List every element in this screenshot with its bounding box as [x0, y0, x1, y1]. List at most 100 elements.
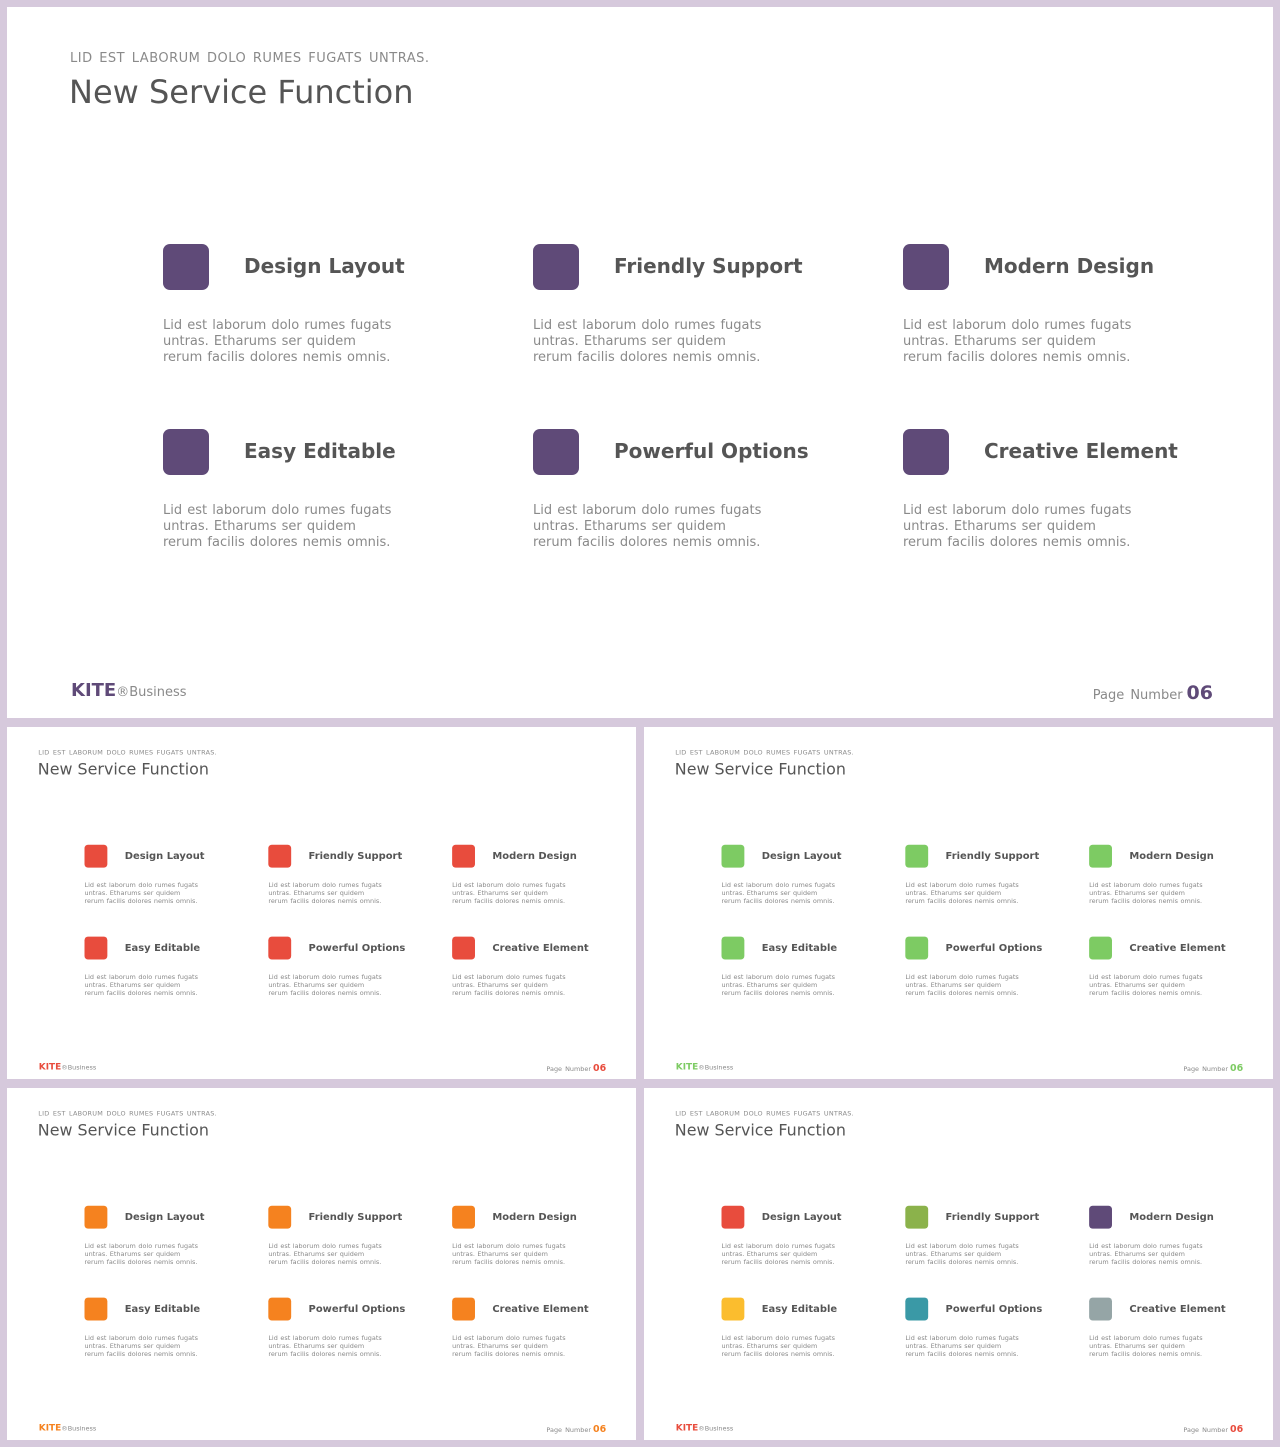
feature-item: Powerful Options Lid est laborum dolo rum…: [905, 936, 1069, 1007]
feature-description: Lid est laborum dolo rumes fugats untras…: [721, 973, 835, 997]
feature-item: Creative Element Lid est laborum dolo rum…: [452, 1297, 616, 1368]
feature-title: Modern Design: [984, 254, 1155, 278]
page-number: Page Number 06: [1183, 1062, 1243, 1073]
feature-item: Friendly Support Lid est laborum dolo rum…: [905, 1205, 1069, 1276]
feature-description: Lid est laborum dolo rumes fugats untras…: [452, 1334, 566, 1358]
feature-description: Lid est laborum dolo rumes fugats untras…: [1089, 881, 1203, 905]
feature-icon: [533, 429, 579, 475]
feature-icon: [268, 844, 292, 868]
feature-title: Easy Editable: [124, 941, 201, 954]
page-number-label: Page Number: [546, 1065, 592, 1073]
feature-icon: [452, 936, 475, 960]
feature-title: Friendly Support: [945, 849, 1040, 862]
page-number-value: 06: [1229, 1423, 1244, 1435]
feature-title: Modern Design: [492, 1210, 577, 1223]
feature-icon: [452, 844, 475, 868]
feature-item: Creative Element Lid est laborum dolo rum…: [903, 429, 1233, 569]
feature-item: Easy Editable Lid est laborum dolo rumes …: [163, 429, 493, 569]
feature-description: Lid est laborum dolo rumes fugats untras…: [268, 1242, 382, 1266]
slide-main-purple[interactable]: LID EST LABORUM DOLO RUMES FUGATS UNTRAS…: [7, 7, 1273, 718]
brand-suffix: ®Business: [698, 1063, 734, 1072]
feature-item: Design Layout Lid est laborum dolo rumes …: [84, 1205, 249, 1276]
feature-title: Powerful Options: [945, 941, 1043, 954]
feature-item: Creative Element Lid est laborum dolo rum…: [452, 936, 616, 1007]
slide-title: New Service Function: [69, 73, 414, 111]
feature-title: Creative Element: [492, 1302, 589, 1315]
feature-icon: [905, 936, 929, 960]
feature-description: Lid est laborum dolo rumes fugats untras…: [452, 973, 566, 997]
feature-description: Lid est laborum dolo rumes fugats untras…: [84, 1242, 198, 1266]
page-number: Page Number 06: [1183, 1423, 1243, 1434]
feature-title: Easy Editable: [244, 439, 396, 463]
feature-grid: Design Layout Lid est laborum dolo rumes …: [721, 844, 1226, 1009]
brand-logo: KITE®Business: [676, 1422, 733, 1432]
feature-title: Creative Element: [1129, 941, 1226, 954]
feature-icon: [452, 1205, 475, 1229]
feature-grid: Design Layout Lid est laborum dolo rumes …: [721, 1205, 1226, 1370]
feature-icon: [84, 844, 108, 868]
feature-grid: Design Layout Lid est laborum dolo rumes …: [84, 844, 589, 1009]
feature-item: Powerful Options Lid est laborum dolo rum…: [268, 936, 432, 1007]
brand-logo: KITE®Business: [39, 1422, 96, 1432]
feature-item: Friendly Support Lid est laborum dolo rum…: [268, 844, 432, 915]
feature-icon: [903, 244, 949, 290]
feature-item: Design Layout Lid est laborum dolo rumes …: [163, 244, 493, 384]
feature-icon: [268, 936, 292, 960]
feature-title: Powerful Options: [945, 1302, 1043, 1315]
page-number-label: Page Number: [1092, 688, 1183, 703]
feature-item: Design Layout Lid est laborum dolo rumes …: [721, 1205, 886, 1276]
feature-title: Design Layout: [244, 254, 405, 278]
feature-title: Design Layout: [124, 1210, 205, 1223]
feature-description: Lid est laborum dolo rumes fugats untras…: [163, 503, 392, 550]
feature-description: Lid est laborum dolo rumes fugats untras…: [905, 1334, 1019, 1358]
page-number: Page Number 06: [1093, 682, 1213, 704]
feature-description: Lid est laborum dolo rumes fugats untras…: [1089, 973, 1203, 997]
feature-item: Easy Editable Lid est laborum dolo rumes …: [84, 936, 249, 1007]
feature-icon: [1089, 936, 1112, 960]
feature-title: Friendly Support: [308, 849, 403, 862]
feature-title: Modern Design: [1129, 849, 1214, 862]
feature-item: Creative Element Lid est laborum dolo rum…: [1089, 1297, 1253, 1368]
feature-item: Easy Editable Lid est laborum dolo rumes …: [721, 1297, 886, 1368]
slide-thumb-multicolor[interactable]: LID EST LABORUM DOLO RUMES FUGATS UNTRAS…: [644, 1088, 1273, 1440]
feature-description: Lid est laborum dolo rumes fugats untras…: [452, 881, 566, 905]
brand-suffix: ®Business: [698, 1424, 734, 1433]
page-number-value: 06: [1229, 1062, 1244, 1074]
brand-suffix: ®Business: [61, 1424, 97, 1433]
feature-grid: Design Layout Lid est laborum dolo rumes …: [84, 1205, 589, 1370]
feature-title: Easy Editable: [761, 941, 838, 954]
feature-title: Design Layout: [761, 1210, 842, 1223]
feature-icon: [721, 1205, 745, 1229]
slide-title: New Service Function: [37, 1120, 209, 1140]
feature-description: Lid est laborum dolo rumes fugats untras…: [1089, 1242, 1203, 1266]
feature-title: Easy Editable: [124, 1302, 201, 1315]
feature-title: Creative Element: [1129, 1302, 1226, 1315]
feature-icon: [905, 1297, 929, 1321]
page-number-value: 06: [592, 1423, 607, 1435]
brand-logo: KITE®Business: [676, 1061, 733, 1071]
brand-suffix: ®Business: [61, 1063, 97, 1072]
feature-title: Creative Element: [492, 941, 589, 954]
page-number-label: Page Number: [1183, 1426, 1229, 1434]
feature-icon: [1089, 1205, 1112, 1229]
feature-description: Lid est laborum dolo rumes fugats untras…: [721, 1242, 835, 1266]
feature-item: Powerful Options Lid est laborum dolo rum…: [905, 1297, 1069, 1368]
slide-thumb-red[interactable]: LID EST LABORUM DOLO RUMES FUGATS UNTRAS…: [7, 727, 636, 1079]
feature-description: Lid est laborum dolo rumes fugats untras…: [905, 881, 1019, 905]
feature-description: Lid est laborum dolo rumes fugats untras…: [721, 1334, 835, 1358]
page-number-label: Page Number: [546, 1426, 592, 1434]
feature-icon: [84, 1205, 108, 1229]
slide-thumb-green[interactable]: LID EST LABORUM DOLO RUMES FUGATS UNTRAS…: [644, 727, 1273, 1079]
feature-item: Powerful Options Lid est laborum dolo rum…: [533, 429, 863, 569]
feature-item: Modern Design Lid est laborum dolo rumes …: [903, 244, 1233, 384]
feature-title: Friendly Support: [945, 1210, 1040, 1223]
slide-thumb-orange[interactable]: LID EST LABORUM DOLO RUMES FUGATS UNTRAS…: [7, 1088, 636, 1440]
feature-item: Powerful Options Lid est laborum dolo rum…: [268, 1297, 432, 1368]
feature-icon: [533, 244, 579, 290]
feature-grid: Design Layout Lid est laborum dolo rumes …: [163, 244, 1178, 574]
feature-description: Lid est laborum dolo rumes fugats untras…: [268, 1334, 382, 1358]
slide-subtitle: LID EST LABORUM DOLO RUMES FUGATS UNTRAS…: [70, 51, 430, 66]
slide-title: New Service Function: [37, 759, 209, 779]
feature-item: Modern Design Lid est laborum dolo rumes …: [1089, 1205, 1253, 1276]
slide-title: New Service Function: [674, 759, 846, 779]
